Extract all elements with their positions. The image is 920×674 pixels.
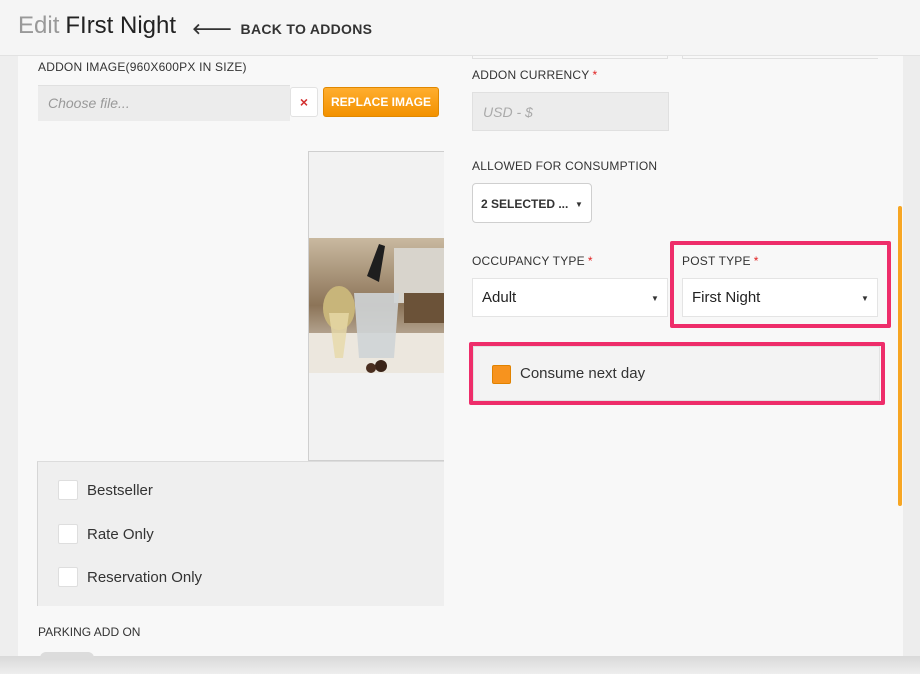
- clear-file-button[interactable]: ×: [290, 87, 318, 117]
- required-marker: *: [587, 254, 593, 268]
- reservation-only-label: Reservation Only: [87, 568, 203, 586]
- reservation-only-checkbox[interactable]: [58, 567, 78, 587]
- bestseller-label: Bestseller: [87, 481, 153, 499]
- currency-input[interactable]: USD - $: [472, 92, 669, 131]
- rate-only-option[interactable]: Rate Only: [58, 524, 154, 544]
- occupancy-value: Adult: [482, 289, 517, 306]
- required-marker: *: [592, 68, 598, 82]
- page-header: Edit FIrst Night 🡐 BACK TO ADDONS: [0, 0, 920, 56]
- close-icon: ×: [299, 94, 309, 110]
- bottom-edge: [0, 656, 920, 674]
- parking-addon-label: PARKING ADD ON: [38, 625, 141, 639]
- scrollbar-track: [903, 56, 920, 656]
- bestseller-checkbox[interactable]: [58, 480, 78, 500]
- file-input[interactable]: Choose file...: [38, 85, 290, 121]
- back-to-addons-label: BACK TO ADDONS: [240, 20, 373, 37]
- flags-panel: Bestseller Rate Only Reservation Only: [37, 461, 444, 606]
- occupancy-type-label: OCCUPANCY TYPE *: [472, 254, 593, 268]
- replace-image-button[interactable]: REPLACE IMAGE: [323, 87, 439, 117]
- occupancy-type-select[interactable]: Adult ▼: [472, 278, 668, 317]
- addon-image-label: ADDON IMAGE(960X600PX IN SIZE): [38, 60, 247, 74]
- field-above-right[interactable]: [682, 56, 878, 59]
- caret-down-icon: ▼: [575, 200, 583, 209]
- rate-only-checkbox[interactable]: [58, 524, 78, 544]
- arrow-left-icon: 🡐: [192, 21, 233, 38]
- consume-next-day-highlight: [469, 342, 885, 405]
- consumption-multiselect[interactable]: 2 SELECTED ... ▼: [472, 183, 592, 223]
- addon-currency-label: ADDON CURRENCY *: [472, 68, 598, 82]
- consumption-value: 2 SELECTED ...: [481, 197, 569, 211]
- back-to-addons-link[interactable]: 🡐 BACK TO ADDONS: [192, 19, 373, 39]
- field-above-left[interactable]: [472, 56, 668, 59]
- reservation-only-option[interactable]: Reservation Only: [58, 567, 202, 587]
- caret-down-icon: ▼: [651, 294, 659, 303]
- page-title: Edit FIrst Night: [18, 12, 176, 40]
- bestseller-option[interactable]: Bestseller: [58, 480, 153, 500]
- rate-only-label: Rate Only: [87, 525, 154, 543]
- title-prefix: Edit: [18, 12, 60, 39]
- title-addon-name: FIrst Night: [65, 12, 177, 39]
- post-type-highlight: [670, 241, 891, 328]
- scrollbar-thumb[interactable]: [898, 206, 902, 506]
- parking-toggle[interactable]: [40, 652, 94, 660]
- addon-image-preview: [309, 238, 444, 373]
- allowed-consumption-label: ALLOWED FOR CONSUMPTION: [472, 159, 658, 173]
